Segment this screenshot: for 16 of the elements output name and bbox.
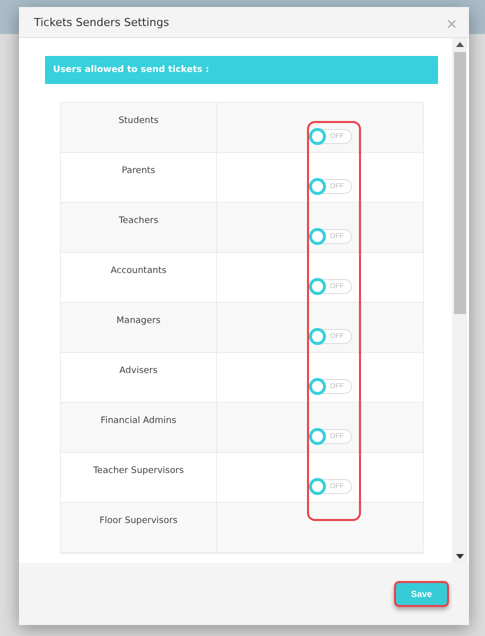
role-label: Parents — [122, 166, 156, 178]
role-label: Teachers — [118, 216, 158, 228]
role-label: Financial Admins — [100, 416, 176, 428]
role-label: Managers — [116, 316, 161, 328]
close-button[interactable]: × — [442, 15, 461, 33]
role-label: Accountants — [110, 266, 166, 278]
dialog-title: Tickets Senders Settings — [34, 16, 170, 28]
down-arrow-icon[interactable] — [456, 554, 464, 559]
role-label: Teacher Supervisors — [93, 466, 184, 478]
role-label: Advisers — [119, 366, 158, 378]
role-label: Students — [118, 116, 159, 128]
up-arrow-icon[interactable] — [456, 42, 464, 47]
scrollbar[interactable] — [452, 38, 467, 563]
role-label: Floor Supervisors — [99, 516, 178, 528]
section-heading: Users allowed to send tickets : — [45, 56, 438, 84]
save-button[interactable]: Save — [394, 581, 449, 607]
